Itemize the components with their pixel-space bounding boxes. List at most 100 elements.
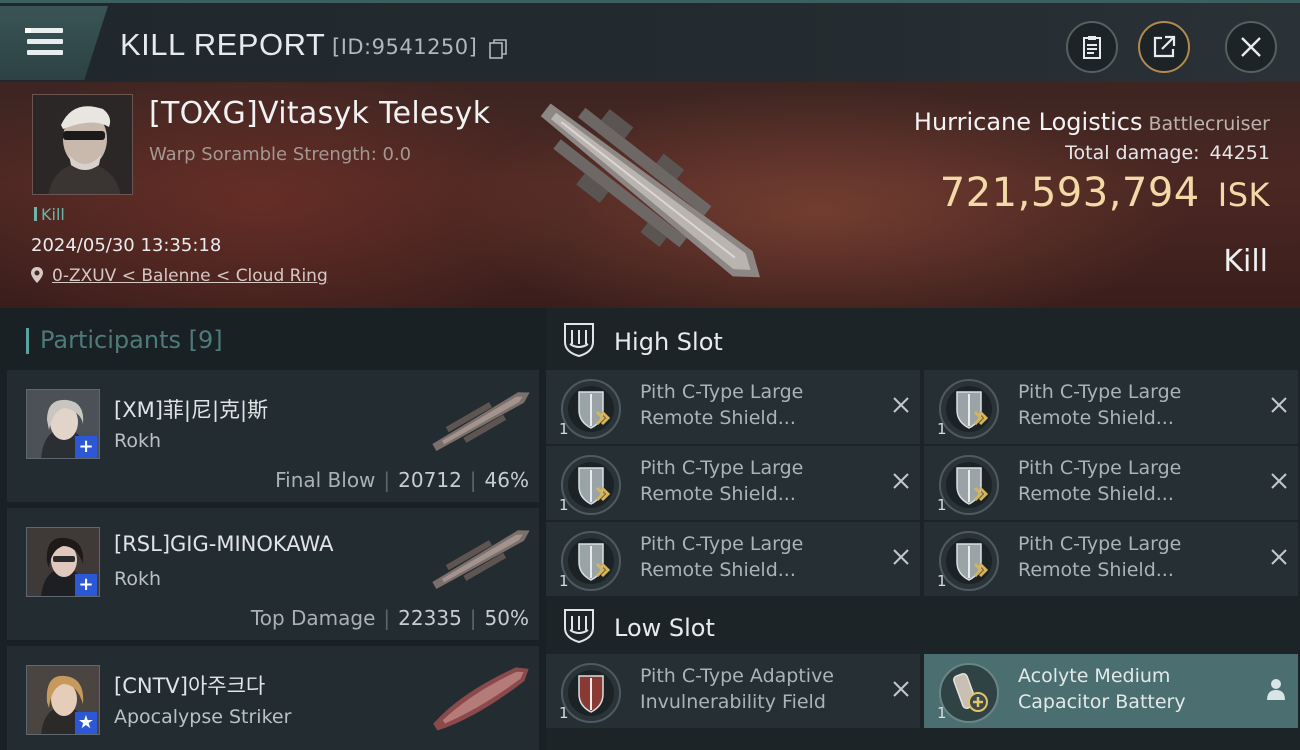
remove-icon[interactable] <box>892 680 910 698</box>
module-name: Pith C-Type Large Remote Shield... <box>640 379 803 431</box>
person-icon[interactable] <box>1266 678 1286 700</box>
module-quantity: 1 <box>937 704 947 722</box>
module-name-line1: Pith C-Type Large <box>640 533 804 555</box>
module-quantity: 1 <box>559 704 569 722</box>
module-tile[interactable]: 1 Pith C-Type Large Remote Shield... <box>546 446 920 520</box>
module-name-line2: Remote Shield... <box>1018 559 1174 581</box>
isk-unit: ISK <box>1217 176 1270 214</box>
victim-portrait[interactable] <box>32 94 133 195</box>
module-tile[interactable]: 1 Acolyte Medium Capacitor Battery <box>924 654 1298 728</box>
high-slot-icon <box>564 323 594 358</box>
module-name-line2: Remote Shield... <box>640 483 796 505</box>
participant-damage: 22335 <box>398 606 462 630</box>
participant-name: [CNTV]아주크다 <box>114 674 266 698</box>
victim-name[interactable]: [TOXG]Vitasyk Telesyk <box>149 96 490 131</box>
share-button[interactable] <box>1138 21 1190 73</box>
remove-icon[interactable] <box>892 472 910 490</box>
module-icon <box>561 663 621 723</box>
location-text: 0-ZXUV < Balenne < Cloud Ring <box>52 266 328 286</box>
participants-label: Participants <box>40 326 181 354</box>
module-name-line2: Remote Shield... <box>640 407 796 429</box>
module-name-line1: Pith C-Type Large <box>1018 533 1182 555</box>
victim-ship-name: Hurricane Logistics Battlecruiser <box>914 108 1270 136</box>
report-id: [ID:9541250] <box>332 35 478 59</box>
participants-header: Participants [9] <box>26 326 223 354</box>
participant-ship: Rokh <box>114 430 162 452</box>
separator: | <box>469 606 477 630</box>
participant-role: Top Damage <box>250 606 376 630</box>
participant-percent: 50% <box>484 606 529 630</box>
module-tile[interactable]: 1 Pith C-Type Large Remote Shield... <box>924 370 1298 444</box>
module-icon <box>939 531 999 591</box>
close-button[interactable] <box>1225 21 1277 73</box>
module-quantity: 1 <box>559 572 569 590</box>
participant-ship-image <box>432 530 530 589</box>
module-tile[interactable]: 1 Pith C-Type Large Remote Shield... <box>924 446 1298 520</box>
module-name-line1: Pith C-Type Adaptive <box>640 665 834 687</box>
location-pin-icon <box>31 267 43 283</box>
module-icon <box>561 455 621 515</box>
ship-name-text: Hurricane Logistics <box>913 108 1143 136</box>
module-tile[interactable]: 1 Pith C-Type Large Remote Shield... <box>546 370 920 444</box>
module-tile[interactable]: 1 Pith C-Type Adaptive Invulnerability Fie… <box>546 654 920 728</box>
victim-banner: [TOXG]Vitasyk Telesyk Warp Soramble Stre… <box>0 82 1300 308</box>
clipboard-icon <box>1083 36 1101 59</box>
module-icon <box>939 379 999 439</box>
module-name: Pith C-Type Large Remote Shield... <box>1018 379 1181 431</box>
copy-icon[interactable] <box>489 39 507 59</box>
module-name-line2: Invulnerability Field <box>640 691 826 713</box>
participant-role: Final Blow <box>275 468 376 492</box>
module-quantity: 1 <box>559 420 569 438</box>
participant-row[interactable]: ★ [CNTV]아주크다 Apocalypse Striker <box>7 646 539 750</box>
share-icon <box>1153 35 1176 58</box>
module-name-line2: Remote Shield... <box>640 559 796 581</box>
total-damage-label: Total damage: <box>1065 142 1200 164</box>
module-tile[interactable]: 1 Pith C-Type Large Remote Shield... <box>924 522 1298 596</box>
page-title: KILL REPORT <box>120 27 326 62</box>
remove-icon[interactable] <box>1270 396 1288 414</box>
participants-panel: Participants [9] + [XM]菲|尼|克|斯 Rokh Fina… <box>0 308 546 750</box>
participant-badge: + <box>75 436 97 458</box>
module-name: Pith C-Type Large Remote Shield... <box>1018 455 1181 507</box>
module-name-line2: Capacitor Battery <box>1018 691 1186 713</box>
separator: | <box>383 468 391 492</box>
module-name: Pith C-Type Large Remote Shield... <box>1018 531 1181 583</box>
participant-ship: Rokh <box>114 568 162 590</box>
low-slot-header: Low Slot <box>546 594 1300 656</box>
module-name-line1: Acolyte Medium <box>1018 665 1171 687</box>
module-name: Pith C-Type Large Remote Shield... <box>640 531 803 583</box>
participants-count: [9] <box>188 326 223 354</box>
module-icon <box>561 379 621 439</box>
participant-row[interactable]: + [XM]菲|尼|克|斯 Rokh Final Blow | 20712 | 46% <box>7 370 539 502</box>
module-name-line1: Pith C-Type Large <box>640 381 804 403</box>
remove-icon[interactable] <box>892 548 910 566</box>
participant-row[interactable]: + [RSL]GIG-MINOKAWA Rokh Top Damage | 2233… <box>7 508 539 640</box>
module-name-line1: Pith C-Type Large <box>1018 457 1182 479</box>
module-icon <box>939 663 999 723</box>
warp-scramble-strength: Warp Soramble Strength: 0.0 <box>149 144 412 165</box>
separator: | <box>469 468 477 492</box>
close-icon <box>1241 37 1261 57</box>
module-quantity: 1 <box>559 496 569 514</box>
high-slot-header: High Slot <box>546 308 1300 370</box>
isk-amount: 721,593,794 <box>939 170 1200 216</box>
victim-ship-image[interactable] <box>526 96 786 296</box>
module-name-line1: Pith C-Type Large <box>640 457 804 479</box>
module-name-line2: Remote Shield... <box>1018 407 1174 429</box>
module-name-line1: Pith C-Type Large <box>1018 381 1182 403</box>
module-name: Acolyte Medium Capacitor Battery <box>1018 663 1186 715</box>
clipboard-button[interactable] <box>1066 21 1118 73</box>
module-tile[interactable]: 1 Pith C-Type Large Remote Shield... <box>546 522 920 596</box>
remove-icon[interactable] <box>1270 548 1288 566</box>
ship-class: Battlecruiser <box>1148 113 1270 135</box>
remove-icon[interactable] <box>892 396 910 414</box>
kill-location-link[interactable]: 0-ZXUV < Balenne < Cloud Ring <box>30 266 328 286</box>
participant-percent: 46% <box>484 468 529 492</box>
menu-icon <box>25 28 63 56</box>
module-icon <box>939 455 999 515</box>
menu-button[interactable] <box>0 6 108 80</box>
participant-name: [XM]菲|尼|克|斯 <box>114 398 269 422</box>
module-icon <box>561 531 621 591</box>
top-bar: KILL REPORT [ID:9541250] <box>0 0 1300 82</box>
remove-icon[interactable] <box>1270 472 1288 490</box>
